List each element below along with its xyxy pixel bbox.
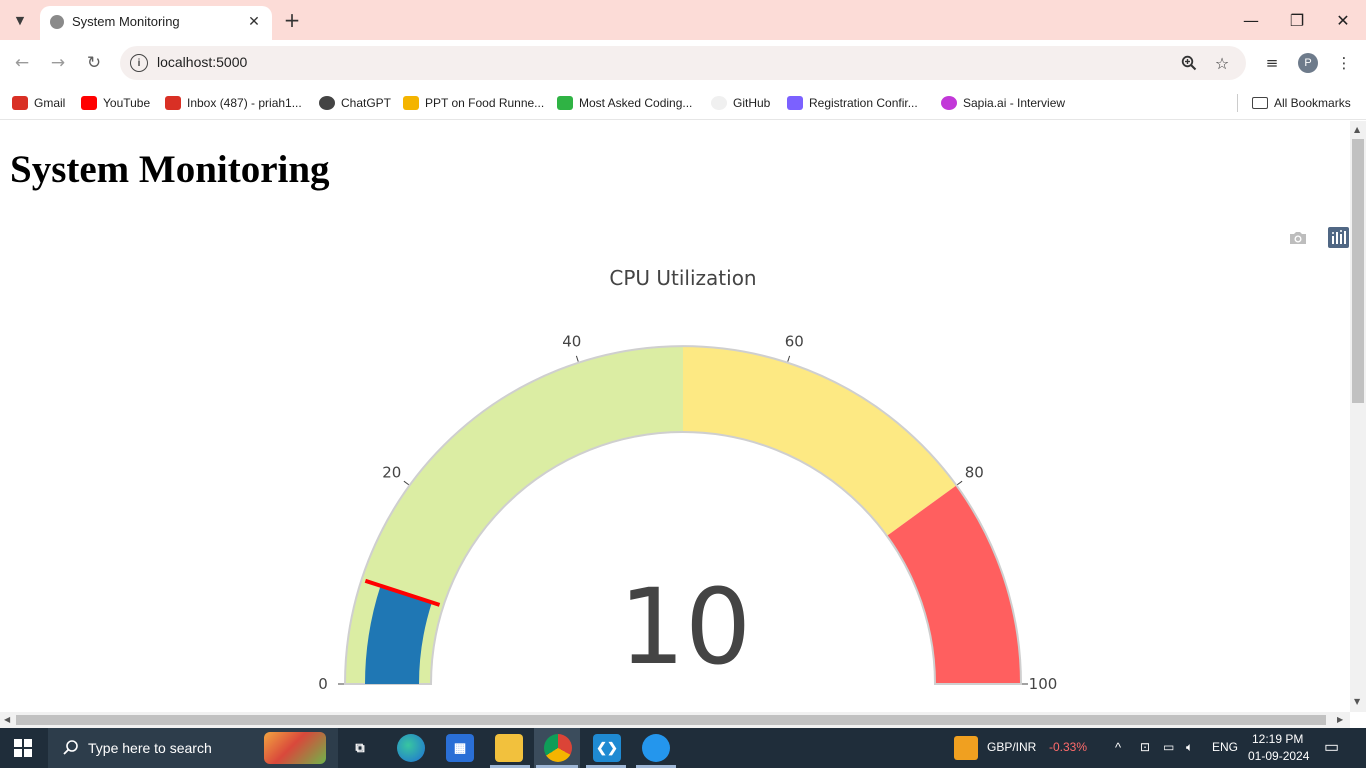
reload-icon[interactable]: ↻ bbox=[82, 51, 106, 75]
ticker-label[interactable]: GBP/INR bbox=[987, 740, 1036, 754]
bookmark-chatgpt[interactable]: ChatGPT bbox=[319, 92, 391, 114]
gmail-icon bbox=[12, 96, 28, 110]
task-view-icon[interactable]: ⧉ bbox=[346, 734, 374, 762]
all-bookmarks-button[interactable]: All Bookmarks bbox=[1252, 92, 1351, 114]
bookmark-youtube[interactable]: YouTube bbox=[81, 92, 150, 114]
vertical-scroll-thumb[interactable] bbox=[1352, 139, 1364, 403]
scroll-left-icon[interactable]: ◀ bbox=[4, 715, 10, 724]
horizontal-scrollbar[interactable]: ◀ ▶ bbox=[0, 712, 1350, 728]
tab-search-icon[interactable]: ▼ bbox=[8, 8, 32, 32]
globe-icon bbox=[50, 15, 64, 29]
windows-start-icon[interactable] bbox=[14, 739, 32, 757]
cube-icon bbox=[787, 96, 803, 110]
bookmark-star-icon[interactable]: ☆ bbox=[1211, 52, 1233, 74]
chevron-up-icon[interactable]: ^ bbox=[1115, 740, 1121, 755]
minimize-icon[interactable]: — bbox=[1239, 8, 1263, 32]
github-icon bbox=[711, 96, 727, 110]
bookmark-separator bbox=[1237, 94, 1238, 112]
gauge-tick-label: 80 bbox=[965, 463, 984, 481]
page-content: System Monitoring CPU Utilization 0 20 40 6… bbox=[0, 121, 1350, 712]
gauge-tick-mark bbox=[787, 355, 791, 362]
search-placeholder: Type here to search bbox=[88, 740, 212, 756]
gauge-tick-mark bbox=[956, 480, 963, 486]
new-tab-button[interactable]: + bbox=[280, 8, 304, 32]
browser-toolbar: ← → ↻ i localhost:5000 ☆ ≡ P ⋮ bbox=[0, 40, 1366, 86]
gauge-tick-label: 60 bbox=[785, 333, 804, 351]
chatgpt-icon bbox=[319, 96, 335, 110]
chrome-icon[interactable] bbox=[544, 734, 572, 762]
volume-icon[interactable]: 🔈︎ bbox=[1186, 740, 1193, 755]
gmail-icon bbox=[165, 96, 181, 110]
back-icon[interactable]: ← bbox=[10, 51, 34, 75]
ticker-change[interactable]: -0.33% bbox=[1049, 740, 1087, 754]
bookmarks-bar: Gmail YouTube Inbox (487) - priah1... Ch… bbox=[0, 86, 1366, 120]
gauge-title: CPU Utilization bbox=[609, 266, 756, 290]
media-control-icon[interactable]: ≡ bbox=[1260, 51, 1284, 75]
clock-date[interactable]: 01-09-2024 bbox=[1248, 749, 1309, 763]
bookmark-inbox[interactable]: Inbox (487) - priah1... bbox=[165, 92, 302, 114]
search-highlight-icon bbox=[264, 732, 326, 764]
gauge-tick-label: 0 bbox=[318, 675, 328, 693]
gauge-tick-label: 40 bbox=[562, 333, 581, 351]
gauge-value: 10 bbox=[619, 566, 751, 688]
microsoft-store-icon[interactable]: ▦ bbox=[446, 734, 474, 762]
scroll-down-icon[interactable]: ▼ bbox=[1354, 697, 1360, 706]
battery-icon[interactable]: ▭ bbox=[1163, 740, 1174, 754]
gauge-tick-label: 20 bbox=[382, 463, 401, 481]
gauge-tick-mark bbox=[575, 355, 579, 362]
tab-system-monitoring[interactable]: System Monitoring ✕ bbox=[40, 6, 272, 40]
windows-taskbar: Type here to search ⧉ ▦ ❮❯ GBP/INR -0.33… bbox=[0, 728, 1366, 768]
address-bar[interactable]: i localhost:5000 ☆ bbox=[120, 46, 1246, 80]
restore-icon[interactable]: ❐ bbox=[1285, 8, 1309, 32]
menu-kebab-icon[interactable]: ⋮ bbox=[1332, 51, 1356, 75]
slides-icon bbox=[403, 96, 419, 110]
tab-title: System Monitoring bbox=[72, 14, 180, 29]
bookmark-ppt[interactable]: PPT on Food Runne... bbox=[403, 92, 544, 114]
clock-time[interactable]: 12:19 PM bbox=[1252, 732, 1303, 746]
file-explorer-icon[interactable] bbox=[495, 734, 523, 762]
scroll-up-icon[interactable]: ▲ bbox=[1354, 125, 1360, 134]
cpu-gauge-chart: CPU Utilization 0 20 40 60 80 100 10 bbox=[318, 266, 1058, 693]
language-indicator[interactable]: ENG bbox=[1212, 740, 1238, 754]
bookmark-registration[interactable]: Registration Confir... bbox=[787, 92, 918, 114]
horizontal-scroll-thumb[interactable] bbox=[16, 715, 1326, 725]
youtube-icon bbox=[81, 96, 97, 110]
bookmark-github[interactable]: GitHub bbox=[711, 92, 770, 114]
zoom-icon[interactable] bbox=[1178, 52, 1200, 74]
scroll-right-icon[interactable]: ▶ bbox=[1337, 715, 1343, 724]
edge-icon[interactable] bbox=[397, 734, 425, 762]
vscode-icon[interactable]: ❮❯ bbox=[593, 734, 621, 762]
stock-ticker-icon[interactable] bbox=[954, 736, 978, 760]
notification-icon[interactable]: ▭ bbox=[1324, 737, 1339, 757]
sapia-icon bbox=[941, 96, 957, 110]
taskbar-search-box[interactable]: Type here to search bbox=[48, 728, 338, 768]
bookmark-sapia[interactable]: Sapia.ai - Interview bbox=[941, 92, 1065, 114]
folder-icon bbox=[1252, 97, 1268, 109]
shield-icon bbox=[557, 96, 573, 110]
gauge-tick-label: 100 bbox=[1029, 675, 1058, 693]
bookmark-coding[interactable]: Most Asked Coding... bbox=[557, 92, 692, 114]
bookmark-gmail[interactable]: Gmail bbox=[12, 92, 65, 114]
site-info-icon[interactable]: i bbox=[130, 54, 148, 72]
search-icon bbox=[62, 739, 80, 761]
vertical-scrollbar[interactable]: ▲ ▼ bbox=[1350, 121, 1366, 712]
title-bar: ▼ System Monitoring ✕ + — ❐ ✕ bbox=[0, 0, 1366, 40]
gauge-tick-mark bbox=[403, 480, 410, 486]
close-tab-icon[interactable]: ✕ bbox=[244, 12, 264, 32]
forward-icon[interactable]: → bbox=[46, 51, 70, 75]
meet-now-icon[interactable]: ⊡ bbox=[1140, 740, 1150, 754]
url-text[interactable]: localhost:5000 bbox=[157, 54, 247, 70]
docker-icon[interactable] bbox=[642, 734, 670, 762]
profile-avatar[interactable]: P bbox=[1298, 53, 1318, 73]
close-window-icon[interactable]: ✕ bbox=[1331, 8, 1355, 32]
